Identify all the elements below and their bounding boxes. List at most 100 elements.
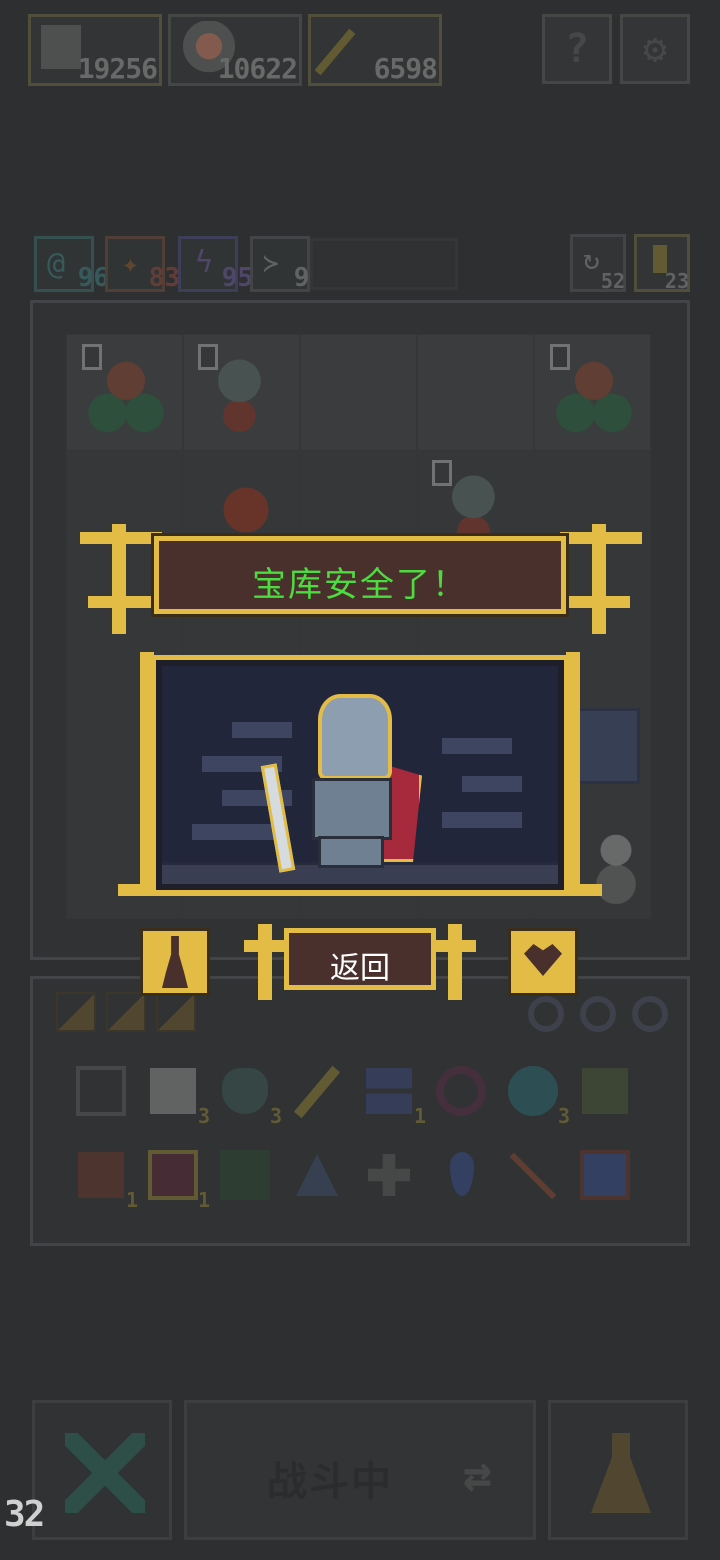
- item-slot[interactable]: [574, 1144, 636, 1206]
- knight-body: [312, 778, 392, 840]
- potion-jar-icon: [148, 1150, 198, 1200]
- wedge-icon[interactable]: [106, 992, 146, 1032]
- level-tag-icon: [198, 344, 218, 370]
- banner-pillar: [592, 524, 606, 634]
- item-slot[interactable]: [430, 1144, 492, 1206]
- level-tag-icon: [550, 344, 570, 370]
- currency-value: 6598: [373, 52, 438, 85]
- help-button[interactable]: ?: [542, 14, 612, 84]
- item-slot[interactable]: [502, 1144, 564, 1206]
- knight-legs: [318, 836, 384, 868]
- currency-dwarf[interactable]: 19256: [28, 14, 162, 86]
- item-slot[interactable]: [70, 1060, 132, 1122]
- currency-clown[interactable]: 10622: [168, 14, 302, 86]
- level-tag-icon: [82, 344, 102, 370]
- arrow-icon: [509, 1152, 557, 1200]
- boot-icon: [78, 1152, 124, 1198]
- frame-pillar: [566, 652, 580, 892]
- stat-value: 95: [221, 263, 253, 293]
- wall-brick: [442, 812, 522, 828]
- banner-pillar: [112, 524, 126, 634]
- key-counter[interactable]: 23: [634, 234, 690, 293]
- item-grid: 3 3 1 3 1 1: [70, 1060, 650, 1212]
- item-slot[interactable]: 3: [214, 1060, 282, 1128]
- knight-helmet: [318, 694, 392, 780]
- item-slot[interactable]: [358, 1144, 420, 1206]
- ring-icon[interactable]: [632, 996, 668, 1032]
- hero-button[interactable]: [548, 1400, 688, 1540]
- wall-brick: [462, 776, 522, 792]
- spiral-icon: @: [47, 247, 66, 282]
- frame-pillar: [140, 652, 154, 892]
- settings-button[interactable]: ⚙: [620, 14, 690, 84]
- return-pillar: [258, 924, 272, 1000]
- battle-status-button[interactable]: 战斗中 ⇄: [184, 1400, 536, 1540]
- reward-scene: [156, 660, 564, 890]
- gear-icon: ⚙: [642, 26, 668, 72]
- heart-tab-button[interactable]: [508, 928, 578, 996]
- wedge-icon[interactable]: [56, 992, 96, 1032]
- currency-value: 19256: [77, 52, 158, 85]
- item-slot[interactable]: 3: [502, 1060, 570, 1128]
- item-slot[interactable]: [574, 1060, 636, 1122]
- crossed-swords-icon: [65, 1433, 145, 1513]
- crystal-plant-icon: [582, 1068, 628, 1114]
- dialog-title: 宝库安全了！: [252, 565, 468, 605]
- armored-knight-icon: [260, 694, 442, 874]
- magic-wand-icon: [293, 1065, 341, 1119]
- stat-bar-empty: [310, 238, 458, 290]
- question-icon: ?: [564, 26, 590, 72]
- item-slot[interactable]: [214, 1144, 276, 1206]
- ring-icon[interactable]: [580, 996, 616, 1032]
- hat-icon: [296, 1154, 338, 1196]
- fire-icon: ✦: [122, 247, 139, 280]
- flee-button[interactable]: [32, 1400, 172, 1540]
- magic-wand-icon: [314, 28, 356, 76]
- currency-wand[interactable]: 6598: [308, 14, 442, 86]
- item-slot[interactable]: 1: [358, 1060, 426, 1128]
- water-drop-icon: [450, 1152, 474, 1196]
- dialog-title-banner: 宝库安全了！: [154, 536, 566, 614]
- stat-value: 83: [148, 263, 180, 293]
- map-tile-icon: [220, 1150, 270, 1200]
- grid-cell[interactable]: [417, 334, 534, 451]
- refresh-counter[interactable]: ↻ 52: [570, 234, 626, 293]
- floor-number: 32: [4, 1494, 45, 1535]
- item-slot[interactable]: 3: [142, 1060, 210, 1128]
- ring-icon[interactable]: [528, 996, 564, 1032]
- portal-icon: [436, 1066, 486, 1116]
- refresh-value: 52: [600, 269, 625, 293]
- wall-brick: [442, 738, 512, 754]
- refresh-icon: ↻: [583, 243, 600, 276]
- blue-crate[interactable]: [570, 708, 640, 784]
- rune-tile-icon: [76, 1066, 126, 1116]
- battle-label: 战斗中: [267, 1459, 393, 1505]
- skeleton-monster[interactable]: [570, 818, 662, 910]
- lightning-icon: ϟ: [195, 245, 214, 280]
- bird-icon: ≻: [263, 249, 279, 279]
- orb-icon: [508, 1066, 558, 1116]
- key-value: 23: [664, 269, 689, 293]
- stat-spiral: @ 96: [34, 236, 109, 293]
- item-slot[interactable]: [286, 1060, 348, 1122]
- inventory-header: [50, 992, 670, 1042]
- grid-cell[interactable]: [300, 334, 417, 451]
- swap-icon: ⇄: [463, 1447, 492, 1503]
- pawn-icon: [591, 1433, 651, 1513]
- pawn-tab-button[interactable]: [140, 928, 210, 996]
- wedge-icon[interactable]: [156, 992, 196, 1032]
- heart-gem-icon: [222, 1068, 268, 1114]
- level-tag-icon: [432, 460, 452, 486]
- return-button[interactable]: 返回: [284, 928, 436, 990]
- return-label: 返回: [330, 951, 390, 986]
- item-slot[interactable]: [430, 1060, 492, 1122]
- dwarf-icon: [41, 25, 81, 69]
- stat-bird: ≻ 98: [250, 236, 325, 293]
- item-slot[interactable]: [286, 1144, 348, 1206]
- return-pillar: [448, 924, 462, 1000]
- stat-fire: ✦ 83: [105, 236, 180, 293]
- cross-gear-icon: [368, 1154, 410, 1196]
- item-slot[interactable]: 1: [70, 1144, 138, 1212]
- stat-lightning: ϟ 95: [178, 236, 253, 293]
- item-slot[interactable]: 1: [142, 1144, 210, 1212]
